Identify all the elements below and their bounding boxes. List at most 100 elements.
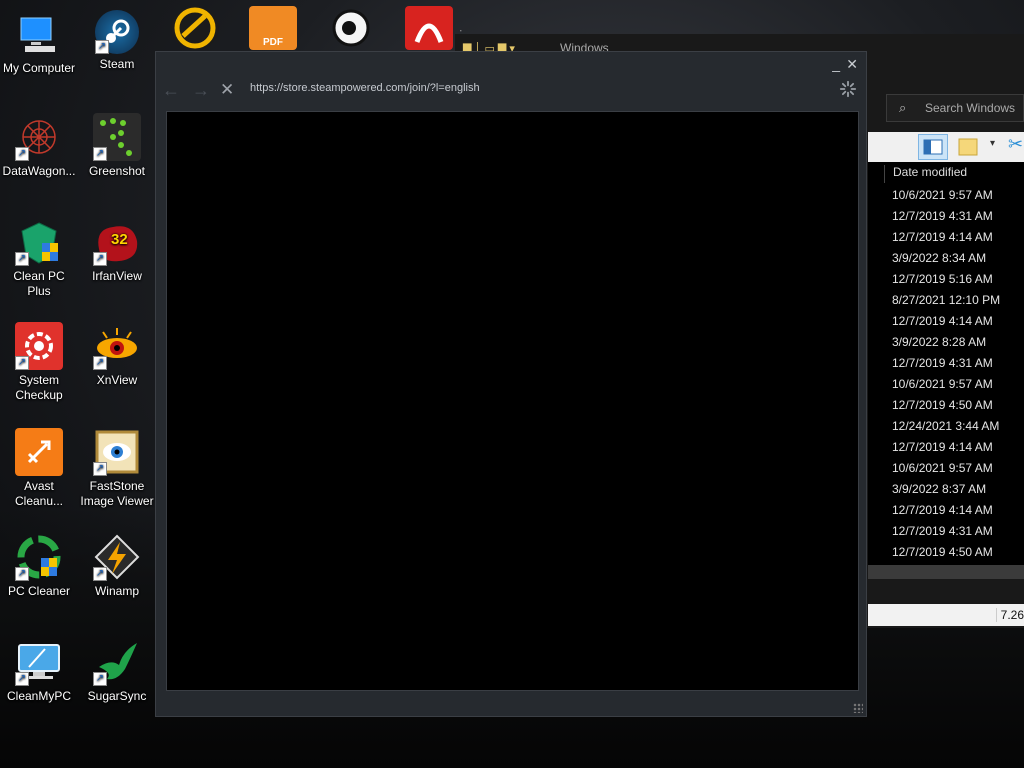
icon-label: My Computer xyxy=(2,61,76,75)
forward-arrow-icon[interactable]: → xyxy=(192,80,210,101)
shortcut-arrow-icon: ↗ xyxy=(15,147,29,161)
file-row-date[interactable]: 12/7/2019 5:16 AM xyxy=(892,272,993,286)
resize-grip[interactable] xyxy=(853,703,863,713)
chevron-down-icon[interactable]: ▾ xyxy=(990,138,995,149)
url-bar[interactable]: https://store.steampowered.com/join/?l=e… xyxy=(250,82,480,94)
search-icon: ⌕ xyxy=(899,100,907,115)
shortcut-arrow-icon: ↗ xyxy=(15,672,29,686)
desktop-icon-my-computer[interactable]: My Computer xyxy=(0,10,78,76)
file-row-date[interactable]: 8/27/2021 12:10 PM xyxy=(892,293,1000,307)
icon-label: DataWagon... xyxy=(2,164,76,178)
circle-logo-icon xyxy=(174,7,216,49)
top-icon-avira[interactable] xyxy=(405,6,453,50)
desktop-icon-pc-cleaner[interactable]: ↗ PC Cleaner xyxy=(0,533,78,599)
bee-icon xyxy=(332,9,370,47)
desktop-icon-winamp[interactable]: ↗ Winamp xyxy=(78,533,156,599)
file-row-date[interactable]: 10/6/2021 9:57 AM xyxy=(892,377,993,391)
shortcut-arrow-icon: ↗ xyxy=(93,356,107,370)
greenshot-icon: ↗ xyxy=(93,113,141,161)
winamp-icon: ↗ xyxy=(93,533,141,581)
icon-label: CleanMyPC xyxy=(6,689,72,703)
folder-note-icon xyxy=(958,138,978,156)
clean-pc-plus-icon: ↗ xyxy=(15,218,63,266)
file-row-date[interactable]: 12/7/2019 4:31 AM xyxy=(892,356,993,370)
desktop-icon-xnview[interactable]: ↗ XnView xyxy=(78,322,156,388)
desktop-icon-datawagon[interactable]: ↗ DataWagon... xyxy=(0,113,78,179)
file-row-date[interactable]: 12/7/2019 4:31 AM xyxy=(892,524,993,538)
file-row-date[interactable]: 3/9/2022 8:34 AM xyxy=(892,251,986,265)
browser-content-area[interactable] xyxy=(166,111,859,691)
icon-label: IrfanView xyxy=(92,269,142,283)
file-row-date[interactable]: 12/7/2019 4:14 AM xyxy=(892,230,993,244)
top-icon-bee[interactable] xyxy=(327,6,375,50)
desktop-icon-cleanmypc[interactable]: ↗ CleanMyPC xyxy=(0,638,78,704)
icon-label: Steam xyxy=(99,57,135,71)
icon-label: PC Cleaner xyxy=(7,584,71,598)
shortcut-arrow-icon: ↗ xyxy=(15,356,29,370)
cleanmypc-icon: ↗ xyxy=(15,638,63,686)
file-row-date[interactable]: 12/7/2019 4:14 AM xyxy=(892,440,993,454)
preview-pane-button[interactable] xyxy=(918,134,948,160)
desktop-icon-sugarsync[interactable]: ↗ SugarSync xyxy=(78,638,156,704)
desktop-icon-system-checkup[interactable]: ↗ System Checkup xyxy=(0,322,78,403)
file-row-date[interactable]: 12/7/2019 4:50 AM xyxy=(892,398,993,412)
close-window-button[interactable]: ✕ xyxy=(846,56,858,73)
shortcut-arrow-icon: ↗ xyxy=(95,40,109,54)
icon-label: XnView xyxy=(96,373,138,387)
shortcut-arrow-icon: ↗ xyxy=(15,567,29,581)
horizontal-scrollbar[interactable] xyxy=(868,565,1024,579)
shortcut-arrow-icon: ↗ xyxy=(93,147,107,161)
explorer-status-bar: 7.26 xyxy=(868,604,1024,626)
desktop-icon-steam[interactable]: ↗ Steam xyxy=(78,10,156,72)
desktop-icon-greenshot[interactable]: ↗ Greenshot xyxy=(78,113,156,179)
desktop-icon-irfanview[interactable]: 32 ↗ IrfanView xyxy=(78,218,156,284)
icon-label: System Checkup xyxy=(15,373,63,402)
shortcut-arrow-icon: ↗ xyxy=(93,567,107,581)
top-icon-1[interactable] xyxy=(171,6,219,50)
properties-button[interactable] xyxy=(958,136,980,158)
explorer-ribbon: ▾ ✂ xyxy=(868,132,1024,162)
shortcut-arrow-icon: ↗ xyxy=(93,252,107,266)
icon-label: FastStone Image Viewer xyxy=(80,479,154,508)
icon-label: Greenshot xyxy=(88,164,146,178)
steam-icon: ↗ xyxy=(95,10,139,54)
column-header-date-modified[interactable]: Date modified xyxy=(884,165,967,183)
steam-browser-popup[interactable]: _ ✕ ← → ✕ https://store.steampowered.com… xyxy=(155,51,867,717)
computer-icon xyxy=(15,10,63,58)
stop-loading-icon[interactable]: ✕ xyxy=(220,80,234,100)
icon-label: SugarSync xyxy=(87,689,147,703)
preview-pane-icon xyxy=(923,139,943,155)
back-arrow-icon[interactable]: ← xyxy=(162,80,180,101)
loading-spinner-icon xyxy=(839,80,857,98)
icon-label: Winamp xyxy=(94,584,139,598)
pdf-icon-text: PDF xyxy=(263,37,283,48)
desktop-icon-avast[interactable]: Avast Cleanu... xyxy=(0,428,78,509)
icon-label: Clean PC Plus xyxy=(13,269,65,298)
file-row-date[interactable]: 3/9/2022 8:37 AM xyxy=(892,482,986,496)
file-row-date[interactable]: 12/24/2021 3:44 AM xyxy=(892,419,999,433)
file-row-date[interactable]: 10/6/2021 9:57 AM xyxy=(892,188,993,202)
avira-icon xyxy=(414,23,444,43)
top-icon-pdf[interactable]: PDF xyxy=(249,6,297,50)
minimize-button[interactable]: _ xyxy=(832,56,840,72)
search-placeholder: Search Windows xyxy=(925,101,1016,115)
file-row-date[interactable]: 12/7/2019 4:14 AM xyxy=(892,503,993,517)
faststone-icon: ↗ xyxy=(93,428,141,476)
system-checkup-icon: ↗ xyxy=(15,322,63,370)
file-row-date[interactable]: 12/7/2019 4:31 AM xyxy=(892,209,993,223)
irfanview-icon: 32 ↗ xyxy=(93,218,141,266)
file-row-date[interactable]: 12/7/2019 4:50 AM xyxy=(892,545,993,559)
datawagon-icon: ↗ xyxy=(15,113,63,161)
desktop-icon-clean-pc-plus[interactable]: ↗ Clean PC Plus xyxy=(0,218,78,299)
shortcut-arrow-icon: ↗ xyxy=(93,462,107,476)
scissors-icon[interactable]: ✂ xyxy=(1008,134,1023,155)
explorer-search-input[interactable]: ⌕ Search Windows xyxy=(886,94,1024,122)
xnview-icon: ↗ xyxy=(93,322,141,370)
file-row-date[interactable]: 10/6/2021 9:57 AM xyxy=(892,461,993,475)
avast-icon xyxy=(15,428,63,476)
desktop-icon-faststone[interactable]: ↗ FastStone Image Viewer xyxy=(78,428,156,509)
file-row-date[interactable]: 12/7/2019 4:14 AM xyxy=(892,314,993,328)
pc-cleaner-icon: ↗ xyxy=(15,533,63,581)
shortcut-arrow-icon: ↗ xyxy=(93,672,107,686)
file-row-date[interactable]: 3/9/2022 8:28 AM xyxy=(892,335,986,349)
